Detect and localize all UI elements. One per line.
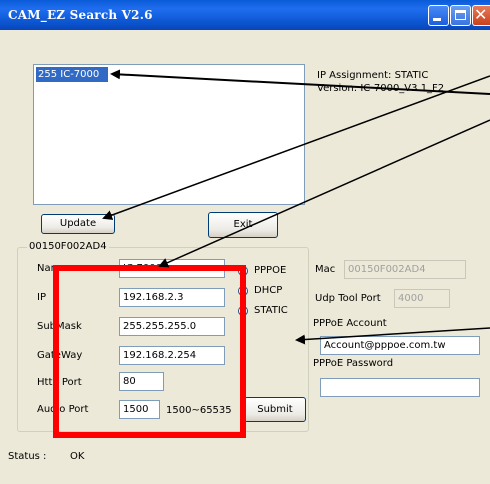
arrow-to-name-field (158, 119, 490, 268)
arrow-to-radio-options (295, 327, 490, 345)
annotation-arrows (102, 69, 490, 345)
arrow-to-device-list (110, 69, 490, 95)
arrow-to-update-button (102, 75, 490, 220)
app-window: CAM_EZ Search V2.6 ✕ 255 IC-7000 IP Assi… (0, 0, 490, 484)
